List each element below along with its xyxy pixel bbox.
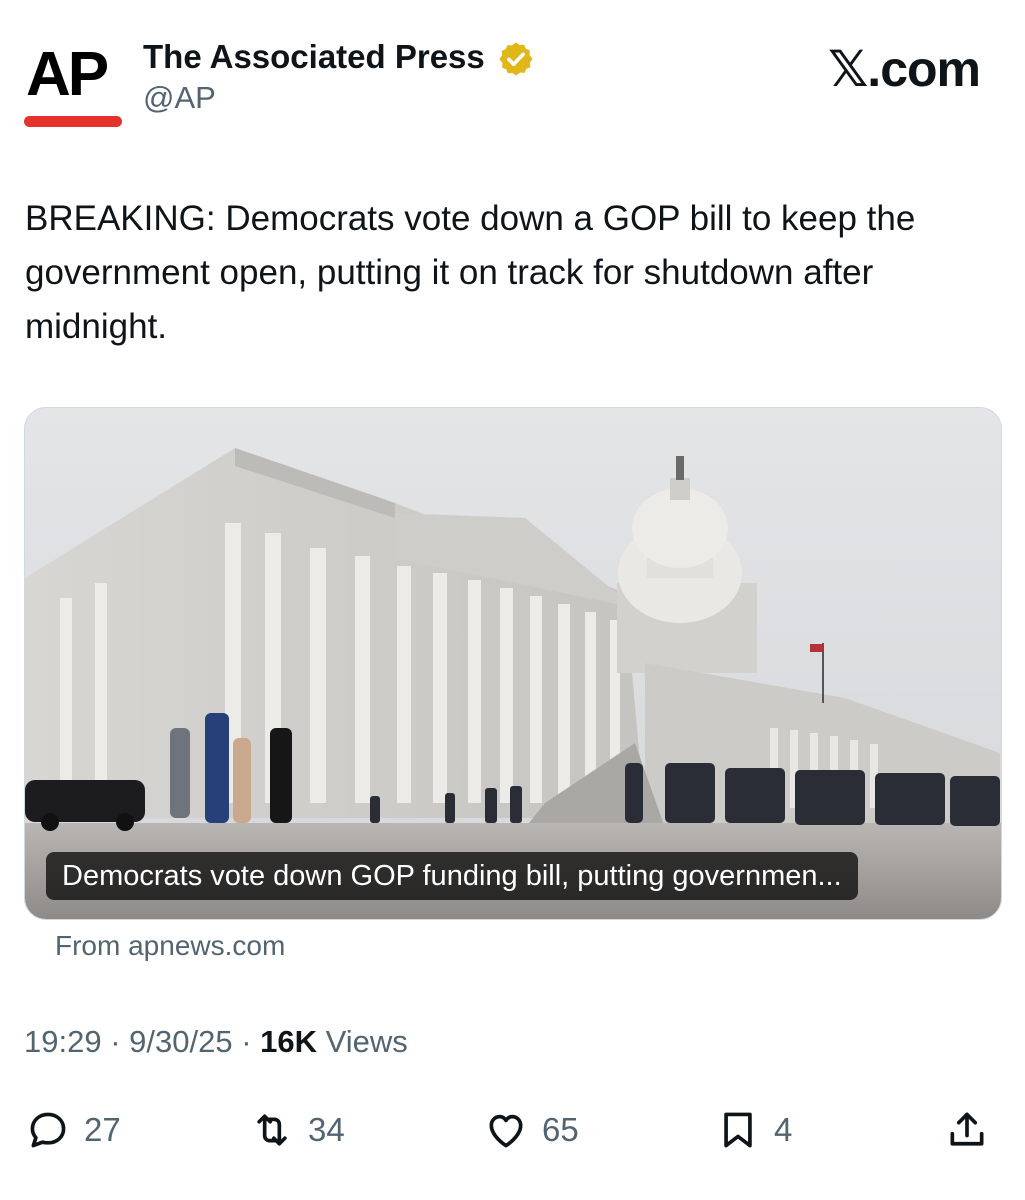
bookmark-button[interactable]: 4 xyxy=(716,1098,792,1162)
reply-count: 27 xyxy=(84,1111,121,1148)
author-name[interactable]: The Associated Press xyxy=(143,38,485,76)
avatar-logo-text: AP xyxy=(26,40,109,109)
tweet-date[interactable]: 9/30/25 xyxy=(129,1024,232,1059)
repost-icon xyxy=(257,1114,287,1146)
views-label: Views xyxy=(317,1024,408,1059)
action-bar: 27 34 65 4 xyxy=(0,1098,1025,1162)
meta-separator: · xyxy=(101,1024,130,1059)
tweet-header: AP The Associated Press @AP 𝕏.com xyxy=(0,0,1025,150)
tweet-meta: 19:29 · 9/30/25 · 16K Views xyxy=(24,1024,408,1060)
card-caption: Democrats vote down GOP funding bill, pu… xyxy=(46,852,858,900)
verified-badge-icon xyxy=(499,42,533,76)
bookmark-count: 4 xyxy=(774,1111,793,1148)
views-count: 16K xyxy=(260,1024,318,1059)
site-watermark: 𝕏.com xyxy=(828,41,981,97)
reply-icon xyxy=(30,1112,66,1148)
capitol-photo xyxy=(25,408,1001,919)
like-count: 65 xyxy=(542,1111,579,1148)
tweet-time[interactable]: 19:29 xyxy=(24,1024,102,1059)
reply-button[interactable]: 27 xyxy=(26,1098,121,1162)
like-icon xyxy=(489,1114,523,1148)
tweet-text: BREAKING: Democrats vote down a GOP bill… xyxy=(25,199,916,346)
link-card[interactable]: Democrats vote down GOP funding bill, pu… xyxy=(24,407,1002,920)
share-button[interactable] xyxy=(945,1098,989,1162)
card-source[interactable]: From apnews.com xyxy=(55,930,285,962)
repost-count: 34 xyxy=(308,1111,345,1148)
avatar[interactable]: AP xyxy=(22,40,124,132)
bookmark-icon xyxy=(724,1112,752,1148)
like-button[interactable]: 65 xyxy=(484,1098,579,1162)
avatar-logo-bar xyxy=(24,116,122,127)
repost-button[interactable]: 34 xyxy=(250,1098,345,1162)
meta-separator: · xyxy=(232,1024,261,1059)
share-icon xyxy=(950,1112,984,1146)
author-handle[interactable]: @AP xyxy=(143,80,216,116)
